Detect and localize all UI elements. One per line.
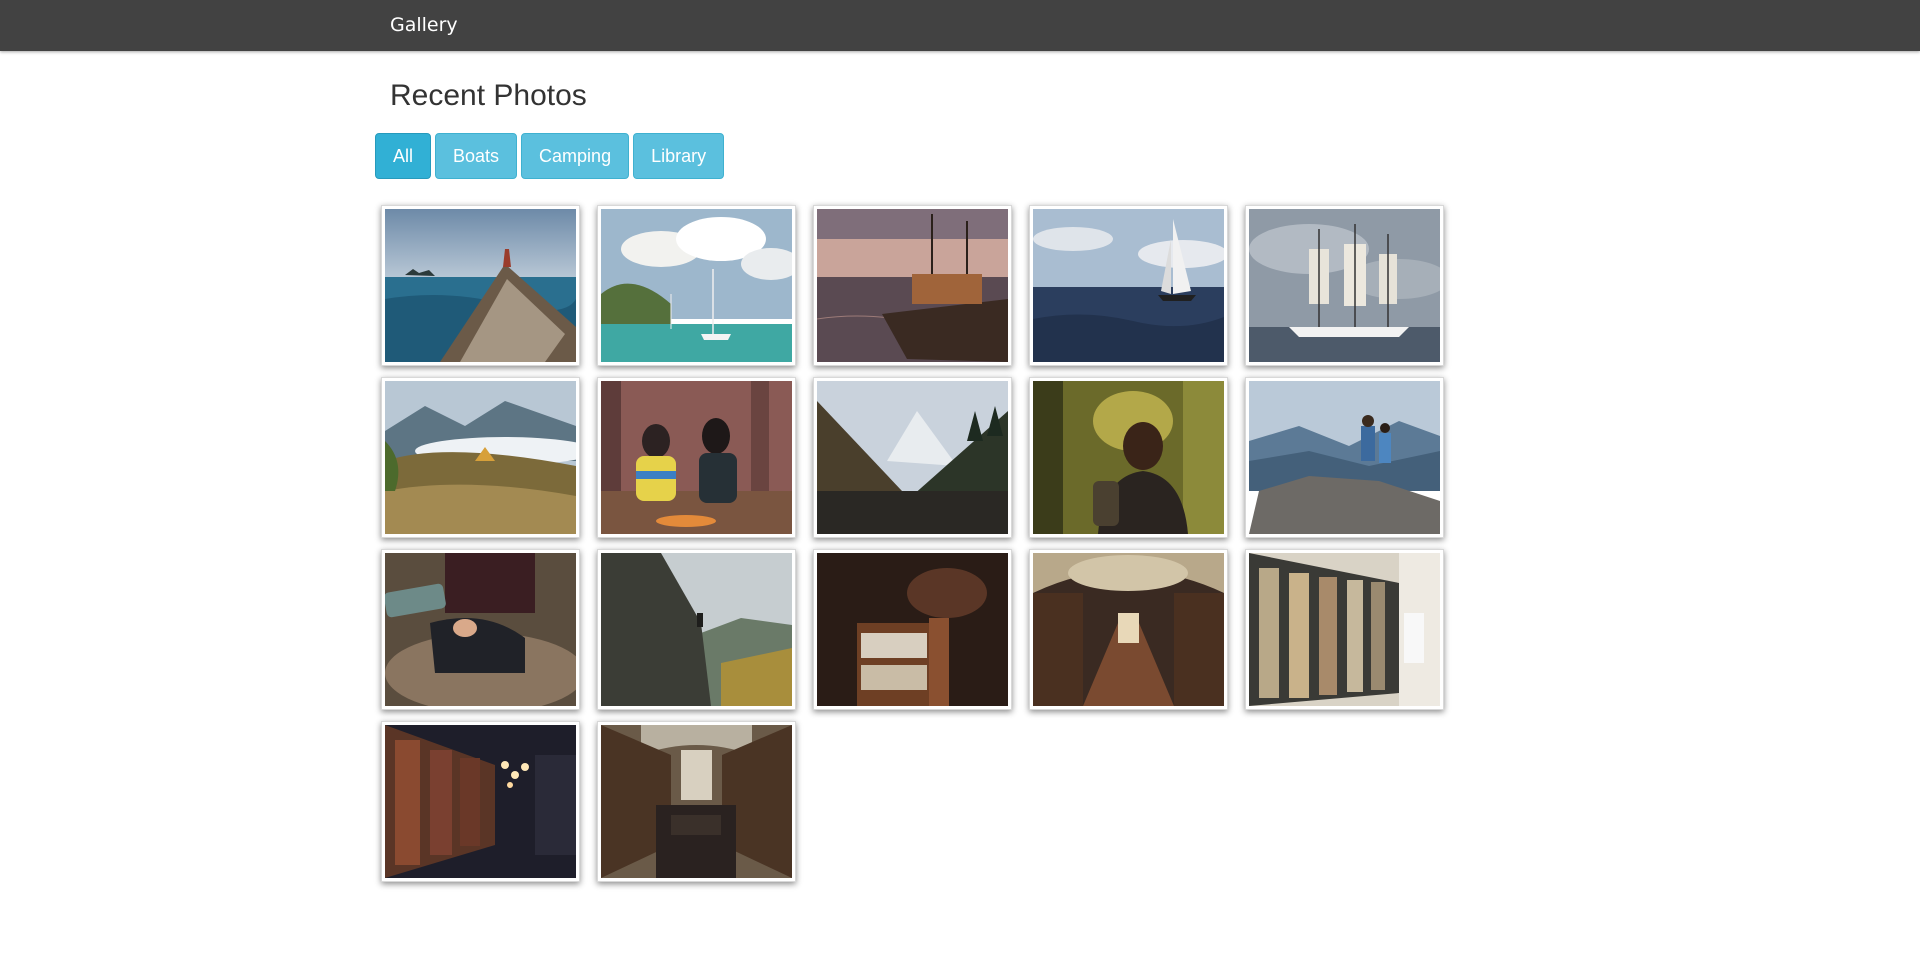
navbar: Gallery (0, 0, 1920, 51)
photo-image (817, 209, 1008, 362)
filter-camping-button[interactable]: Camping (521, 133, 630, 179)
photo-image (601, 725, 792, 878)
photo-image (1249, 209, 1440, 362)
filter-library-button[interactable]: Library (633, 133, 725, 179)
photo-image (817, 553, 1008, 706)
photo-thumbnail-cliff-edge[interactable] (597, 549, 796, 710)
photo-thumbnail-sailboats-bay[interactable] (597, 205, 796, 366)
photo-thumbnail-tall-ship[interactable] (1245, 205, 1444, 366)
photo-thumbnail-library-lights[interactable] (381, 721, 580, 882)
photo-thumbnail-fishing-boat[interactable] (813, 205, 1012, 366)
photo-image (385, 553, 576, 706)
brand-link[interactable]: Gallery (390, 13, 458, 38)
filter-boats-button[interactable]: Boats (435, 133, 518, 179)
photo-image (1249, 553, 1440, 706)
photo-thumbnail-modern-stacks[interactable] (1245, 549, 1444, 710)
photo-image (385, 725, 576, 878)
photo-image (1249, 381, 1440, 534)
photo-thumbnail-couple-overlook[interactable] (1245, 377, 1444, 538)
photo-image (601, 381, 792, 534)
photo-thumbnail-boat-bow[interactable] (381, 205, 580, 366)
photo-image (817, 381, 1008, 534)
photo-thumbnail-baroque-library[interactable] (1029, 549, 1228, 710)
photo-thumbnail-dark-bookshelves[interactable] (813, 549, 1012, 710)
photo-thumbnail-campfire-friends[interactable] (597, 377, 796, 538)
photo-thumbnail-mountain-valley[interactable] (813, 377, 1012, 538)
filter-button-group: All Boats Camping Library (375, 133, 725, 179)
photo-image (1033, 209, 1224, 362)
photo-image (601, 553, 792, 706)
photo-image (601, 209, 792, 362)
filter-all-button[interactable]: All (375, 133, 432, 179)
photo-thumbnail-hiker-woods[interactable] (1029, 377, 1228, 538)
photo-image (1033, 553, 1224, 706)
photo-image (385, 209, 576, 362)
photo-thumbnail-tent-mountains[interactable] (381, 377, 580, 538)
photo-thumbnail-reading-room[interactable] (597, 721, 796, 882)
photo-image (1033, 381, 1224, 534)
page-title: Recent Photos (390, 79, 587, 112)
photo-image (385, 381, 576, 534)
photo-thumbnail-sailboat-sea[interactable] (1029, 205, 1228, 366)
photo-thumbnail-thermos[interactable] (381, 549, 580, 710)
